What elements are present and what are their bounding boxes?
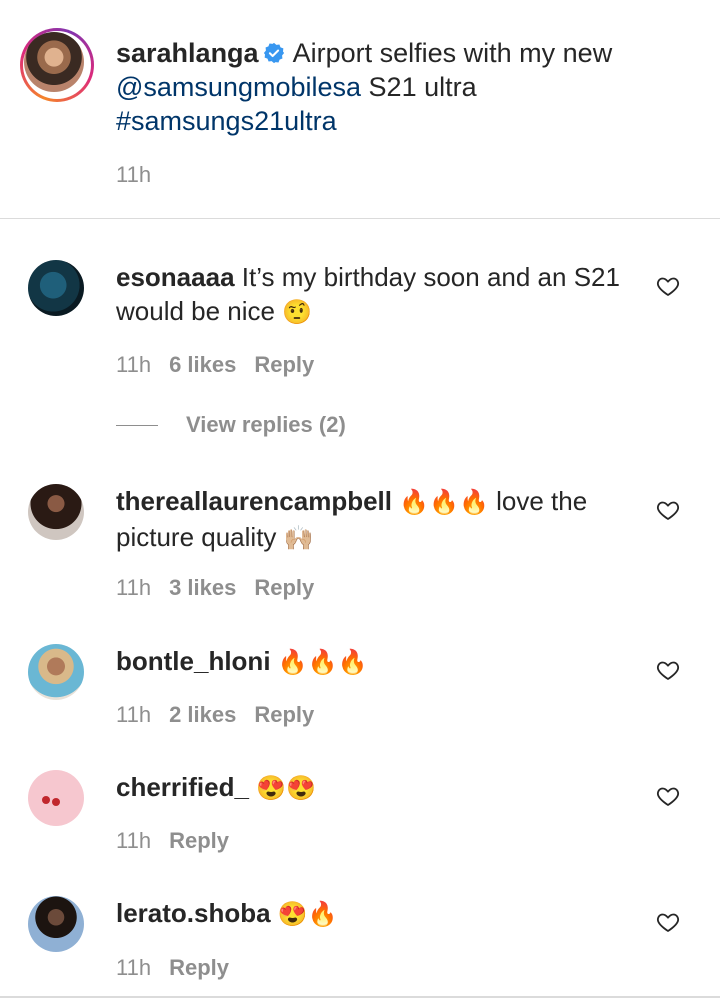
comment-meta: 11h 3 likes Reply [116, 575, 314, 601]
reply-button[interactable]: Reply [169, 828, 229, 853]
caption-end: S21 ultra [368, 72, 477, 102]
reply-button[interactable]: Reply [169, 955, 229, 980]
comment-time: 11h [116, 352, 152, 377]
divider [0, 218, 720, 219]
heart-icon[interactable] [656, 498, 680, 522]
comment-username[interactable]: bontle_hloni [116, 646, 271, 676]
view-replies-label: View replies (2) [186, 412, 346, 437]
comment-avatar[interactable] [28, 260, 84, 316]
comment-username[interactable]: cherrified_ [116, 772, 249, 802]
post-username[interactable]: sarahlanga [116, 38, 259, 68]
comment-body: thereallaurencampbell 🔥🔥🔥 love the pictu… [116, 484, 646, 556]
comment-emoji: 🤨 [282, 299, 313, 326]
reply-button[interactable]: Reply [254, 702, 314, 727]
comment-emoji: 🔥🔥🔥 [399, 489, 489, 516]
comment-likes[interactable]: 3 likes [169, 575, 236, 600]
comment-meta: 11h 6 likes Reply [116, 352, 314, 378]
heart-icon[interactable] [656, 910, 680, 934]
post-meta: 11h [116, 162, 169, 188]
comment-time: 11h [116, 828, 152, 853]
post-time: 11h [116, 162, 152, 187]
avatar-photo [24, 32, 84, 92]
reply-button[interactable]: Reply [254, 352, 314, 377]
comment-emoji: 😍🔥 [277, 901, 338, 928]
cherry-icon [42, 796, 50, 804]
heart-icon[interactable] [656, 658, 680, 682]
comment-body: lerato.shoba 😍🔥 [116, 896, 646, 932]
caption-text: Airport selfies with my new [292, 38, 613, 68]
hashtag-link[interactable]: #samsungs21ultra [116, 106, 337, 136]
comment-username[interactable]: esonaaaa [116, 262, 235, 292]
heart-icon[interactable] [656, 784, 680, 808]
reply-button[interactable]: Reply [254, 575, 314, 600]
comment-avatar[interactable] [28, 896, 84, 952]
comment-body: esonaaaa It’s my birthday soon and an S2… [116, 260, 646, 330]
comment-avatar[interactable] [28, 644, 84, 700]
comment-body: bontle_hloni 🔥🔥🔥 [116, 644, 646, 680]
comment-avatar[interactable] [28, 484, 84, 540]
comment-meta: 11h 2 likes Reply [116, 702, 314, 728]
comment-likes[interactable]: 2 likes [169, 702, 236, 727]
mention-link[interactable]: @samsungmobilesa [116, 72, 361, 102]
comment-emoji: 😍😍 [256, 775, 316, 802]
replies-line [116, 424, 158, 426]
comment-meta: 11h Reply [116, 955, 229, 981]
comment-username[interactable]: thereallaurencampbell [116, 486, 392, 516]
post-caption: sarahlanga Airport selfies with my new @… [116, 36, 696, 138]
comment-time: 11h [116, 575, 152, 600]
verified-badge-icon [263, 42, 284, 64]
comment-emoji: 🙌🏼 [283, 525, 314, 552]
view-replies-button[interactable]: View replies (2) [116, 412, 346, 438]
post-avatar[interactable] [20, 28, 94, 102]
comment-avatar[interactable] [28, 770, 84, 826]
comment-username[interactable]: lerato.shoba [116, 898, 271, 928]
comment-meta: 11h Reply [116, 828, 229, 854]
comment-time: 11h [116, 955, 152, 980]
comment-emoji: 🔥🔥🔥 [277, 649, 368, 676]
comment-likes[interactable]: 6 likes [169, 352, 236, 377]
comment-body: cherrified_ 😍😍 [116, 770, 646, 806]
comment-time: 11h [116, 702, 152, 727]
heart-icon[interactable] [656, 274, 680, 298]
